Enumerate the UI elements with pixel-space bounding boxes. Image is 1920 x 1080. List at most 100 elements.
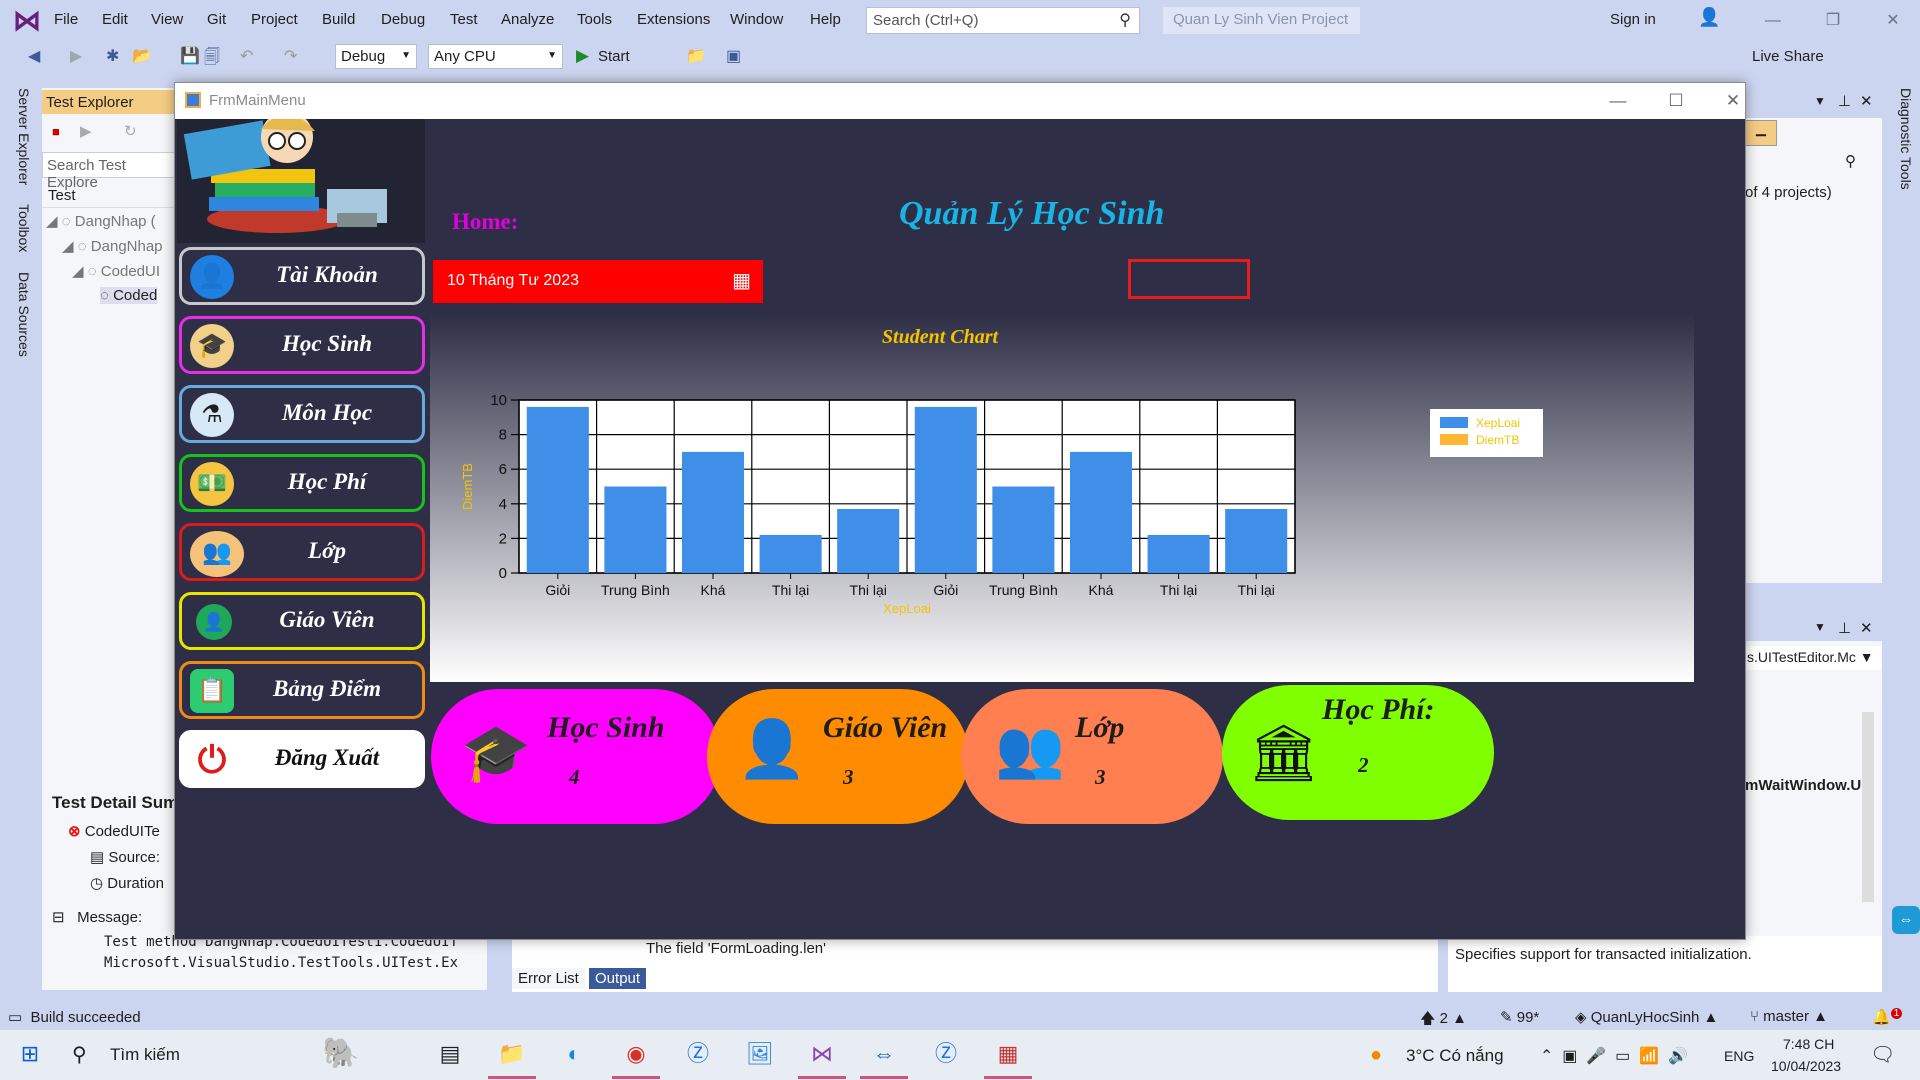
tab-server-explorer[interactable]: Server Explorer — [6, 88, 32, 185]
new-project-icon[interactable]: ✱ — [106, 46, 119, 66]
menu-extensions[interactable]: Extensions — [637, 11, 710, 28]
save-icon[interactable]: 💾 — [180, 46, 200, 66]
tab-error-list[interactable]: Error List — [512, 968, 585, 989]
back-icon[interactable]: ◀ — [28, 46, 40, 66]
nav-hoc-sinh-button[interactable]: 🎓 Học Sinh — [179, 316, 425, 374]
platform-dropdown[interactable]: Any CPU ▼ — [428, 44, 563, 69]
object-combo[interactable]: s.UITestEditor.Mc ▼ — [1745, 646, 1881, 670]
branch-status[interactable]: ⑂ master ▲ — [1750, 1008, 1828, 1025]
test-tree-item[interactable]: ◌ Coded — [100, 287, 158, 304]
taskbar-search[interactable]: ⚲ Tìm kiếm 🐘 — [62, 1036, 422, 1074]
nav-bang-diem-button[interactable]: 📋 Bảng Điểm — [179, 661, 425, 719]
stat-card-giao-vien[interactable]: 👤 Giáo Viên 3 — [707, 689, 969, 824]
weather-text[interactable]: 3°C Có nắng — [1406, 1046, 1504, 1066]
stop-icon[interactable]: ■ — [52, 124, 60, 139]
test-tree-item[interactable]: ◢ ◌ DangNhap ( — [46, 212, 156, 230]
visual-studio-icon[interactable]: ⋈ — [802, 1034, 842, 1074]
photos-icon[interactable]: 🖼 — [740, 1034, 780, 1074]
nav-mon-hoc-button[interactable]: ⚗ Môn Học — [179, 385, 425, 443]
task-view-icon[interactable]: ▤ — [430, 1034, 470, 1074]
close-panel-icon[interactable]: ✕ — [1860, 619, 1873, 637]
close-panel-icon[interactable]: ✕ — [1860, 92, 1873, 110]
sign-in-link[interactable]: Sign in — [1610, 11, 1656, 28]
input-language[interactable]: ENG — [1724, 1048, 1754, 1064]
menu-project[interactable]: Project — [251, 11, 298, 28]
menu-file[interactable]: File — [54, 11, 78, 28]
search-icon[interactable]: ⚲ — [1845, 152, 1856, 170]
tab-toolbox[interactable]: Toolbox — [6, 204, 32, 252]
clock-date[interactable]: 10/04/2023 — [1771, 1058, 1841, 1074]
undo-icon[interactable]: ↶ — [240, 46, 253, 66]
redo-icon[interactable]: ↷ — [284, 46, 297, 66]
close-icon[interactable]: ✕ — [1710, 87, 1756, 115]
file-explorer-icon[interactable]: 📁 — [492, 1034, 532, 1074]
minimize-icon[interactable]: — — [1595, 87, 1641, 115]
nav-tai-khoan-button[interactable]: 👤 Tài Khoản — [179, 247, 425, 305]
calendar-icon[interactable]: ▦ — [732, 268, 751, 293]
stat-card-hoc-sinh[interactable]: 🎓 Học Sinh 4 — [431, 689, 721, 824]
project-status[interactable]: ◈ QuanLyHocSinh ▲ — [1575, 1008, 1718, 1026]
pin-icon[interactable]: ⊥ — [1838, 92, 1851, 110]
start-button[interactable]: Start — [598, 48, 630, 65]
forward-icon[interactable]: ▶ — [70, 46, 82, 66]
teamviewer-icon[interactable]: ⇔ — [1892, 906, 1920, 934]
dropdown-icon[interactable]: ▼ — [1814, 620, 1826, 634]
tab-diagnostic-tools[interactable]: Diagnostic Tools — [1888, 88, 1914, 190]
restore-icon[interactable]: ❐ — [1810, 6, 1856, 36]
pin-icon[interactable]: ⊥ — [1838, 619, 1851, 637]
menu-view[interactable]: View — [151, 11, 183, 28]
chrome-icon[interactable]: ◉ — [616, 1034, 656, 1074]
maximize-icon[interactable]: ☐ — [1653, 87, 1699, 115]
tab-output[interactable]: Output — [589, 968, 647, 989]
dropdown-icon[interactable]: ▼ — [1814, 94, 1826, 108]
start-play-icon[interactable]: ▶ — [576, 46, 589, 66]
save-all-icon[interactable]: 🗐 — [204, 46, 220, 73]
action-center-icon[interactable]: 🗨 — [1870, 1042, 1895, 1067]
zalo-icon[interactable]: Ⓩ — [926, 1034, 966, 1074]
menu-build[interactable]: Build — [322, 11, 355, 28]
visual-studio-logo-icon[interactable]: ⋈ — [12, 6, 42, 36]
notification-icon[interactable]: 🔔 1 — [1872, 1008, 1903, 1026]
zalo-icon[interactable]: Ⓩ — [678, 1034, 718, 1074]
menu-tools[interactable]: Tools — [577, 11, 612, 28]
date-picker[interactable]: 10 Tháng Tư 2023 ▦ — [433, 260, 763, 303]
menu-window[interactable]: Window — [730, 11, 783, 28]
config-dropdown[interactable]: Debug ▼ — [335, 44, 417, 69]
teamviewer-icon[interactable]: ⇔ — [864, 1034, 904, 1074]
stat-card-lop[interactable]: 👥 Lớp 3 — [961, 689, 1223, 824]
open-folder-icon[interactable]: 📂 — [132, 46, 152, 66]
nav-lop-button[interactable]: 👥 Lớp — [179, 523, 425, 581]
toolbar-button[interactable]: ▁ — [1745, 120, 1777, 146]
vs-search-input[interactable]: Search (Ctrl+Q) ⚲ — [866, 7, 1140, 34]
test-tree-item[interactable]: ◢ ◌ CodedUI — [72, 262, 160, 280]
zoom-status[interactable]: ✎ 99* — [1500, 1008, 1539, 1026]
scrollbar[interactable] — [1862, 712, 1874, 902]
app-window-icon[interactable]: ▦ — [988, 1034, 1028, 1074]
close-icon[interactable]: ✕ — [1870, 6, 1916, 36]
tab-data-sources[interactable]: Data Sources — [6, 272, 32, 357]
clock-time[interactable]: 7:48 CH — [1783, 1036, 1834, 1052]
tray-icons[interactable]: ⌃ ▣ 🎤 ▭ 📶 🔊 — [1540, 1046, 1688, 1066]
menu-help[interactable]: Help — [810, 11, 841, 28]
stat-card-hoc-phi[interactable]: 🏛 Học Phí: 2 — [1222, 685, 1494, 820]
nav-dang-xuat-button[interactable]: ⏻ Đăng Xuất — [179, 730, 425, 788]
edge-icon[interactable]: ◐ — [554, 1034, 594, 1074]
test-search-input[interactable]: Search Test Explore — [42, 152, 182, 191]
screenshot-icon[interactable]: ▣ — [726, 46, 741, 66]
add-user-icon[interactable]: 👤 — [1698, 7, 1720, 28]
nav-hoc-phi-button[interactable]: 💵 Học Phí — [179, 454, 425, 512]
test-explorer-title[interactable]: Test Explorer — [42, 90, 182, 114]
menu-debug[interactable]: Debug — [381, 11, 425, 28]
menu-edit[interactable]: Edit — [102, 11, 128, 28]
test-tree-item[interactable]: ◢ ◌ DangNhap — [62, 237, 163, 255]
folder-icon[interactable]: 📁 — [686, 46, 706, 66]
windows-start-icon[interactable]: ⊞ — [10, 1034, 50, 1074]
minimize-icon[interactable]: — — [1750, 6, 1796, 36]
menu-test[interactable]: Test — [450, 11, 478, 28]
run-icon[interactable]: ▶ — [80, 122, 92, 140]
menu-analyze[interactable]: Analyze — [501, 11, 554, 28]
refresh-icon[interactable]: ↻ — [124, 122, 137, 140]
nav-giao-vien-button[interactable]: 👤 Giáo Viên — [179, 592, 425, 650]
weather-icon[interactable]: ● — [1370, 1044, 1382, 1067]
live-share-button[interactable]: Live Share — [1752, 48, 1824, 65]
